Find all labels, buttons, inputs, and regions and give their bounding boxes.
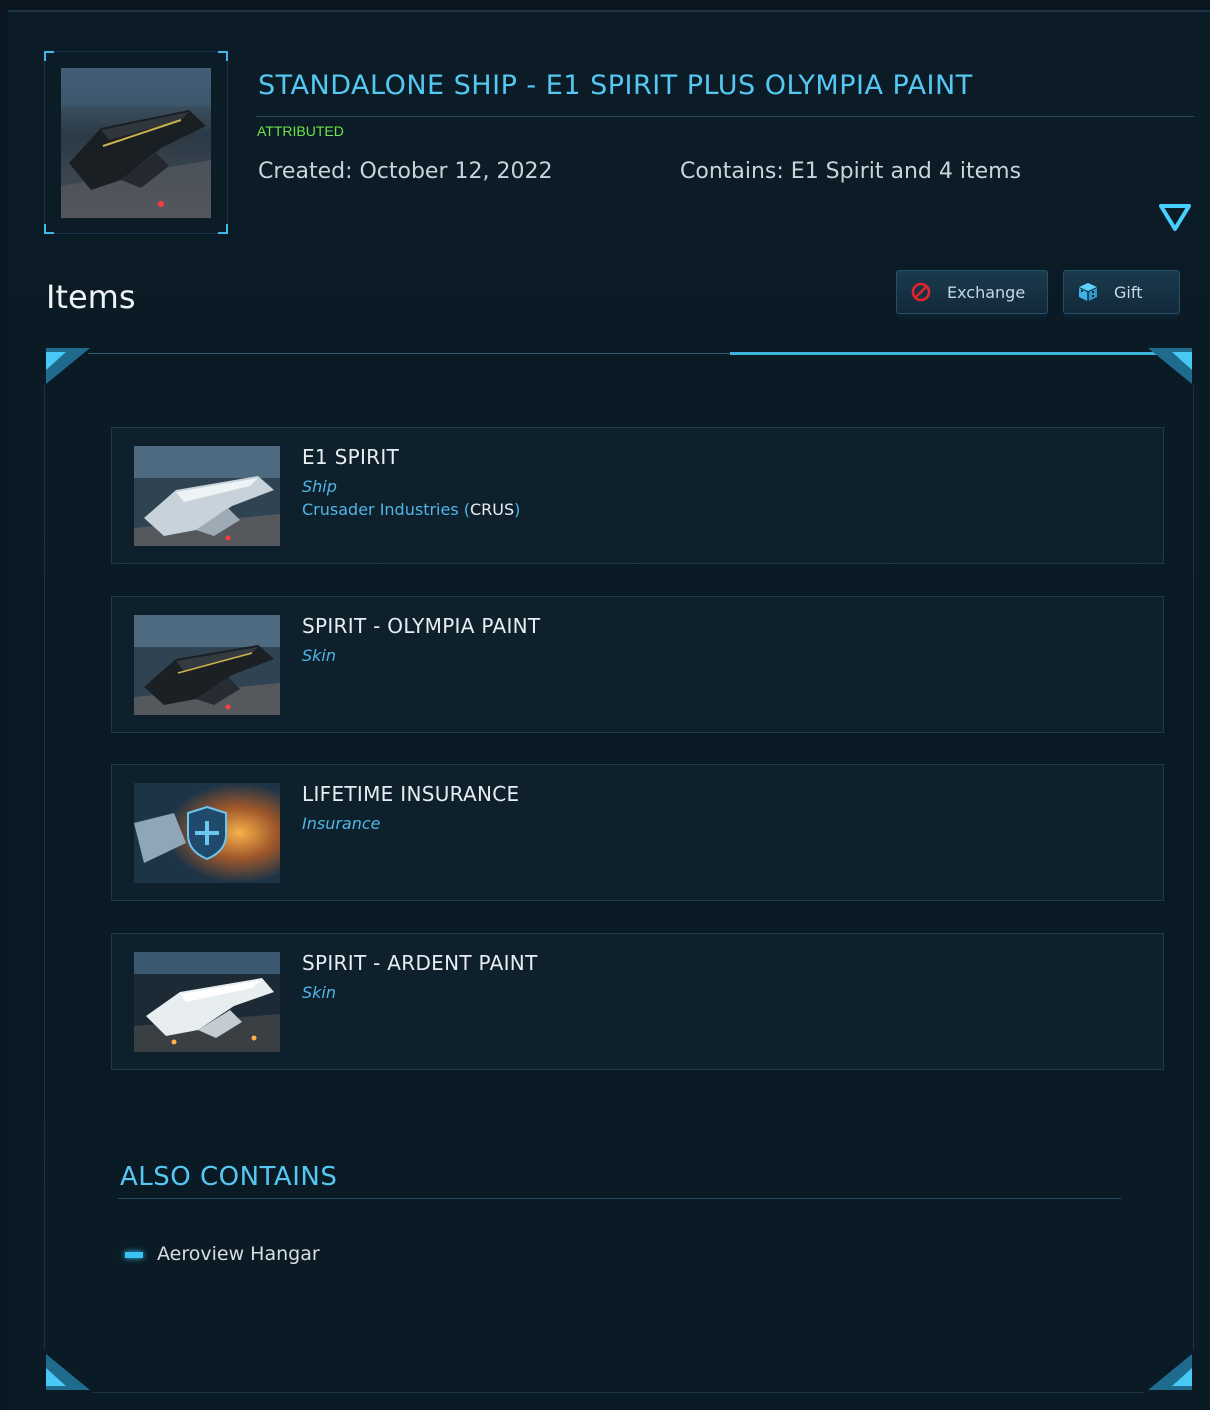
chevron-down-icon[interactable]: [1158, 202, 1192, 232]
panel-top-accent: [730, 352, 1160, 355]
items-heading: Items: [46, 278, 136, 316]
panel-corner-top-right: [1148, 348, 1192, 384]
exchange-button[interactable]: Exchange: [896, 270, 1048, 314]
also-contains-divider: [118, 1198, 1121, 1199]
exchange-button-label: Exchange: [947, 282, 1026, 302]
item-name: E1 SPIRIT: [302, 445, 400, 469]
item-image: [134, 783, 280, 883]
package-thumbnail-frame: [44, 51, 228, 234]
item-type: Insurance: [302, 814, 381, 833]
item-name: SPIRIT - ARDENT PAINT: [302, 951, 538, 975]
panel-corner-top-left: [46, 348, 90, 384]
package-title: STANDALONE SHIP - E1 SPIRIT PLUS OLYMPIA…: [258, 70, 973, 101]
panel-left-border: [44, 385, 45, 1350]
item-type: Skin: [302, 983, 337, 1002]
list-item[interactable]: SPIRIT - ARDENT PAINT Skin: [111, 933, 1164, 1070]
created-date: Created: October 12, 2022: [258, 159, 553, 184]
panel-right-border: [1193, 385, 1194, 1350]
item-image: [134, 615, 280, 715]
title-divider: [256, 116, 1194, 117]
item-name: SPIRIT - OLYMPIA PAINT: [302, 614, 541, 638]
item-manufacturer: Crusader Industries (CRUS): [302, 500, 521, 519]
bullet-icon: [125, 1252, 143, 1258]
also-contains-item: Aeroview Hangar: [157, 1243, 320, 1265]
panel-corner-bottom-right: [1148, 1354, 1192, 1390]
list-item[interactable]: LIFETIME INSURANCE Insurance: [111, 764, 1164, 901]
also-contains-heading: ALSO CONTAINS: [120, 1162, 338, 1192]
list-item[interactable]: SPIRIT - OLYMPIA PAINT Skin: [111, 596, 1164, 733]
status-badge: ATTRIBUTED: [257, 123, 344, 139]
contains-summary: Contains: E1 Spirit and 4 items: [680, 159, 1022, 184]
package-thumbnail: [61, 68, 211, 218]
gift-box-icon: [1079, 283, 1097, 301]
list-item[interactable]: E1 SPIRIT Ship Crusader Industries (CRUS…: [111, 427, 1164, 564]
item-image: [134, 952, 280, 1052]
item-type: Ship: [302, 477, 337, 496]
no-entry-icon: [911, 282, 931, 302]
panel-bottom-border: [92, 1392, 1144, 1393]
item-image: [134, 446, 280, 546]
panel-corner-bottom-left: [46, 1354, 90, 1390]
gift-button[interactable]: Gift: [1063, 270, 1180, 314]
item-name: LIFETIME INSURANCE: [302, 782, 520, 806]
manufacturer-code: CRUS: [470, 500, 515, 519]
item-type: Skin: [302, 646, 337, 665]
gift-button-label: Gift: [1114, 282, 1143, 302]
